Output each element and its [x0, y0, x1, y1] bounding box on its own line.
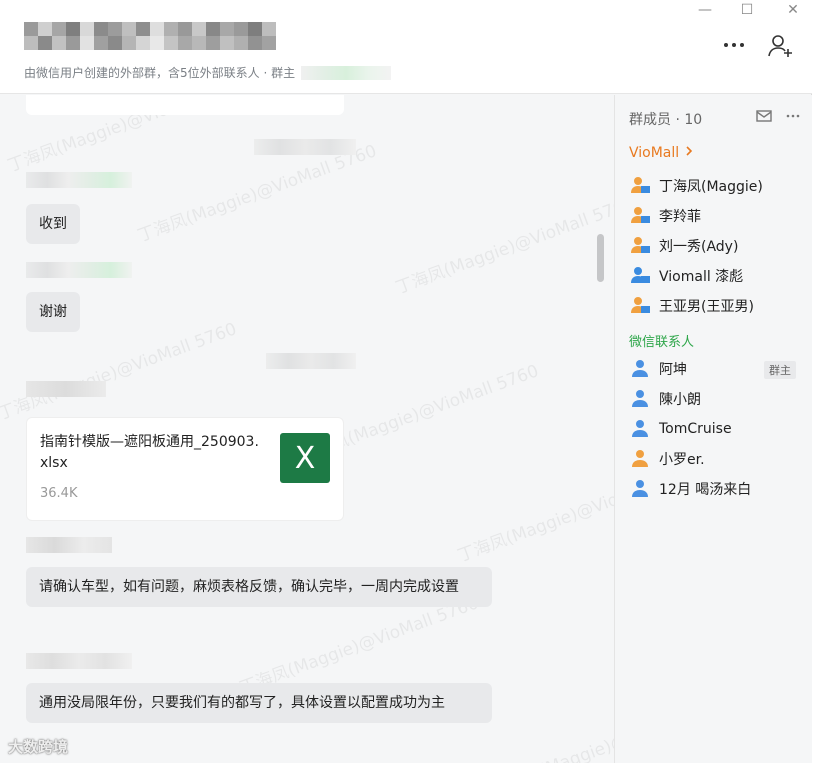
member-count-title: 群成员 · 10: [629, 112, 703, 128]
watermark: 丁海凤(Maggie)@VioMall 5760: [455, 461, 614, 567]
chevron-right-icon: [684, 145, 694, 161]
corner-logo: 大数跨境: [8, 736, 68, 757]
person-icon: [629, 448, 651, 470]
sender-name-blurred: [26, 172, 132, 188]
message-bubble[interactable]: 请确认车型，如有问题，麻烦表格反馈，确认完毕，一周内完成设置: [26, 567, 492, 607]
sender-name-blurred: [26, 653, 132, 669]
watermark: 丁海凤(Maggie)@VioMall 5760: [393, 193, 614, 299]
watermark: 丁海凤(Maggie)@VioMall 5760: [489, 693, 614, 763]
more-horizontal-icon[interactable]: [786, 109, 800, 127]
excel-icon-label: X: [294, 440, 316, 476]
employee-avatar-icon: [629, 295, 651, 317]
group-subtitle: 由微信用户创建的外部群，含5位外部联系人 · 群主: [24, 64, 392, 81]
member-name: 丁海凤(Maggie): [659, 179, 763, 195]
member-item[interactable]: Viomall 漆彪: [629, 265, 743, 287]
message-text: 通用没局限年份，只要我们有的都写了，具体设置以配置成功为主: [39, 695, 445, 711]
member-item[interactable]: 阿坤: [629, 358, 687, 380]
close-button[interactable]: ✕: [778, 0, 808, 20]
member-name: 阿坤: [659, 362, 687, 378]
previous-message-card: [26, 95, 344, 115]
owner-name-blurred: [301, 65, 392, 80]
member-item[interactable]: 12月 喝汤来白: [629, 478, 751, 500]
sender-name-blurred: [26, 537, 112, 553]
message-bubble[interactable]: 通用没局限年份，只要我们有的都写了，具体设置以配置成功为主: [26, 683, 492, 723]
member-name: Viomall 漆彪: [659, 269, 744, 285]
background-window-edge: [813, 0, 824, 763]
member-item[interactable]: 陳小朗: [629, 388, 701, 410]
employee-avatar-icon: [629, 235, 651, 257]
group-title-blurred: [24, 22, 276, 50]
message-text: 请确认车型，如有问题，麻烦表格反馈，确认完毕，一周内完成设置: [39, 579, 459, 595]
member-item[interactable]: 丁海凤(Maggie): [629, 175, 763, 197]
member-name: 12月 喝汤来白: [659, 482, 752, 498]
member-item[interactable]: 王亚男(王亚男): [629, 295, 754, 317]
message-area[interactable]: 丁海凤(Maggie)@VioMall 5760 丁海凤(Maggie)@Vio…: [0, 95, 614, 763]
timestamp-blurred: [254, 139, 356, 155]
member-name: 刘一秀(Ady): [659, 239, 739, 255]
group-header-viomall[interactable]: VioMall: [629, 145, 694, 161]
person-icon: [629, 358, 651, 380]
owner-badge: 群主: [764, 361, 796, 379]
chat-header: 由微信用户创建的外部群，含5位外部联系人 · 群主 — ☐ ✕: [0, 0, 812, 94]
message-bubble[interactable]: 谢谢: [26, 292, 80, 332]
group-header-wechat: 微信联系人: [629, 335, 695, 350]
add-person-icon[interactable]: [768, 34, 796, 63]
member-name: 小罗er.: [659, 452, 705, 468]
file-attachment-card[interactable]: 指南针模版—遮阳板通用_250903.xlsx 36.4K X: [26, 417, 344, 521]
employee-avatar-icon: [629, 265, 651, 287]
member-item[interactable]: 刘一秀(Ady): [629, 235, 738, 257]
member-name: 李羚菲: [659, 209, 701, 225]
maximize-button[interactable]: ☐: [732, 0, 762, 20]
person-icon: [629, 478, 651, 500]
member-item[interactable]: 李羚菲: [629, 205, 701, 227]
chat-scrollbar[interactable]: [597, 234, 604, 282]
member-name: 王亚男(王亚男): [659, 299, 754, 315]
group-label: VioMall: [629, 145, 680, 161]
chat-window: 由微信用户创建的外部群，含5位外部联系人 · 群主 — ☐ ✕ 丁海凤(Magg…: [0, 0, 812, 763]
message-bubble[interactable]: 收到: [26, 204, 80, 244]
message-text: 收到: [39, 216, 67, 232]
member-name: TomCruise: [659, 421, 732, 437]
mail-icon[interactable]: [756, 109, 772, 127]
member-name: 陳小朗: [659, 392, 701, 408]
timestamp-blurred: [266, 353, 356, 369]
member-item[interactable]: 小罗er.: [629, 448, 705, 470]
person-icon: [629, 418, 651, 440]
sender-name-blurred: [26, 381, 106, 397]
app-root: 由微信用户创建的外部群，含5位外部联系人 · 群主 — ☐ ✕ 丁海凤(Magg…: [0, 0, 824, 763]
member-panel: 群成员 · 10 VioMall 丁海凤(Maggie) 李羚菲 刘一秀(Ady…: [614, 95, 812, 763]
message-text: 谢谢: [39, 304, 67, 320]
person-icon: [629, 388, 651, 410]
minimize-button[interactable]: —: [690, 0, 720, 20]
employee-avatar-icon: [629, 205, 651, 227]
logo-text: 大数跨境: [8, 738, 69, 756]
member-item[interactable]: TomCruise: [629, 418, 732, 440]
excel-file-icon: X: [280, 433, 330, 483]
more-horizontal-icon[interactable]: [722, 34, 746, 61]
sender-name-blurred: [26, 262, 132, 278]
subtitle-text: 由微信用户创建的外部群，含5位外部联系人 · 群主: [24, 66, 296, 80]
file-size: 36.4K: [40, 486, 78, 501]
employee-avatar-icon: [629, 175, 651, 197]
file-name: 指南针模版—遮阳板通用_250903.xlsx: [40, 434, 259, 471]
